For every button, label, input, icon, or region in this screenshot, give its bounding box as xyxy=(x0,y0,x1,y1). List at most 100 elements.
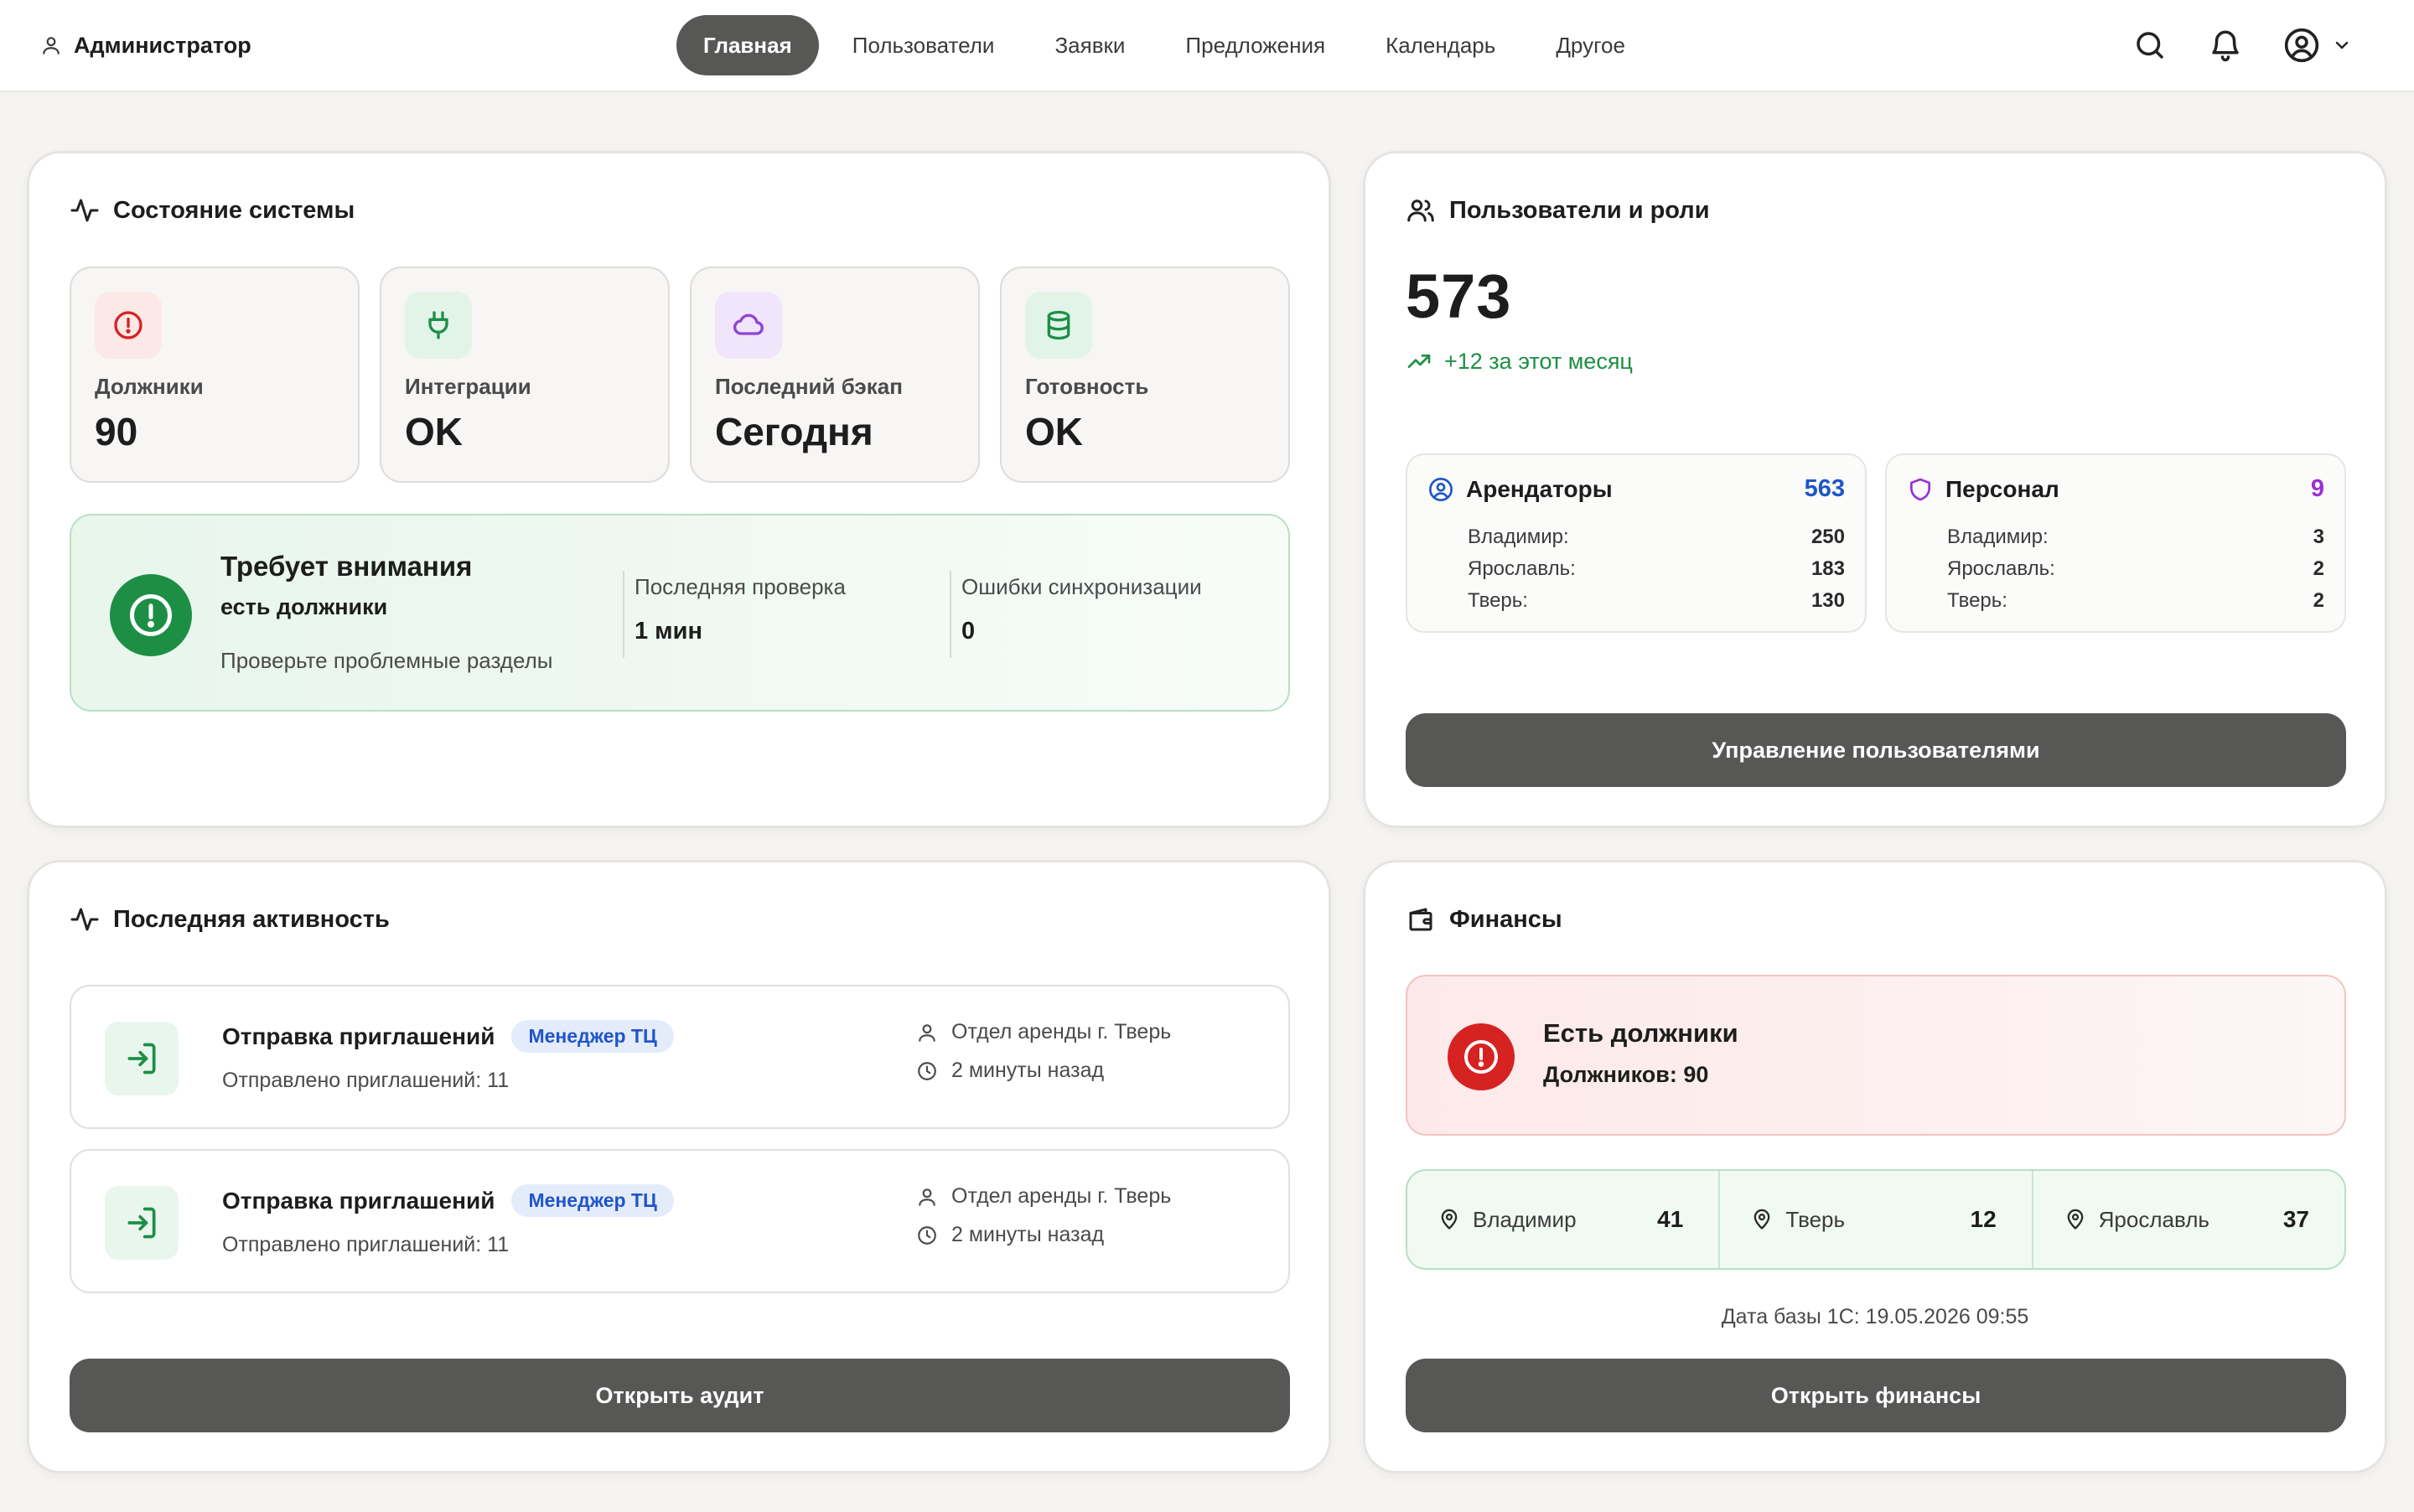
recent-activity-card: Последняя активность Отправка приглашени… xyxy=(27,860,1331,1473)
role-head: Персонал 9 xyxy=(1907,475,2324,503)
debtors-tile[interactable]: Должники 90 xyxy=(70,267,360,483)
tile-label: Последний бэкап xyxy=(715,374,903,399)
search-button[interactable] xyxy=(2132,28,2168,63)
main-nav: Главная Пользователи Заявки Предложения … xyxy=(676,15,1652,75)
sign-in-icon xyxy=(105,1186,179,1260)
debtors-alert-count: Должников: 90 xyxy=(1543,1062,1709,1087)
city-name: Ярославль: xyxy=(1947,557,2055,580)
city-value: 12 xyxy=(1970,1206,1997,1232)
clock-icon xyxy=(916,1225,938,1246)
system-state-title: Состояние системы xyxy=(113,196,355,224)
time-label: 2 минуты назад xyxy=(951,1223,1105,1246)
tile-value: OK xyxy=(1025,410,1083,453)
recent-activity-title: Последняя активность xyxy=(113,905,390,933)
bell-icon xyxy=(2208,28,2243,63)
city-name: Ярославль xyxy=(2098,1206,2209,1232)
city-name: Владимир xyxy=(1473,1206,1577,1232)
city-name: Тверь xyxy=(1785,1206,1846,1232)
last-check-value: 1 мин xyxy=(635,618,702,645)
user-icon xyxy=(916,1186,938,1208)
database-icon xyxy=(1025,292,1092,359)
city-debtors: Владимир 41 Тверь 12 Ярославль 37 xyxy=(1406,1169,2346,1270)
city-name: Тверь: xyxy=(1468,589,1528,612)
city-count: 2 xyxy=(2313,557,2324,580)
debtors-alert[interactable]: Есть должники Должников: 90 xyxy=(1406,975,2346,1136)
backup-tile[interactable]: Последний бэкап Сегодня xyxy=(690,267,980,483)
user-circle-icon xyxy=(2283,27,2320,64)
city-value: 37 xyxy=(2282,1206,2309,1232)
list-item: Владимир: 3 xyxy=(1947,526,2324,557)
role-breakdown: Владимир: 250 Ярославль: 183 Тверь: 130 xyxy=(1468,526,1845,621)
user-role-label: Администратор xyxy=(74,32,251,58)
role-card-tenants[interactable]: Арендаторы 563 Владимир: 250 Ярославль: 18… xyxy=(1406,453,1867,633)
user-circle-icon xyxy=(1427,476,1454,503)
users-roles-header: Пользователи и роли xyxy=(1406,195,1710,225)
list-item: Ярославль: 2 xyxy=(1947,557,2324,589)
users-roles-title: Пользователи и роли xyxy=(1449,196,1710,224)
list-item: Ярославль: 183 xyxy=(1468,557,1845,589)
users-growth: +12 за этот месяц xyxy=(1406,348,1633,375)
activity-icon xyxy=(70,195,100,225)
user-role[interactable]: Администратор xyxy=(40,28,251,63)
search-icon xyxy=(2132,28,2168,63)
role-head: Арендаторы 563 xyxy=(1427,475,1845,503)
users-total: 573 xyxy=(1406,261,1512,331)
plug-icon xyxy=(405,292,472,359)
attention-title: Требует внимания xyxy=(220,551,473,582)
city-count: 250 xyxy=(1810,526,1845,548)
open-finance-button[interactable]: Открыть финансы xyxy=(1406,1359,2346,1432)
list-item: Владимир: 250 xyxy=(1468,526,1845,557)
readiness-tile[interactable]: Готовность OK xyxy=(1000,267,1290,483)
integrations-tile[interactable]: Интеграции OK xyxy=(380,267,670,483)
sign-in-icon xyxy=(105,1022,179,1095)
nav-requests[interactable]: Заявки xyxy=(1028,15,1152,75)
activity-time: 2 минуты назад xyxy=(916,1223,1104,1247)
finance-card: Финансы Есть должники Должников: 90 Влад… xyxy=(1363,860,2387,1473)
city-name: Владимир: xyxy=(1468,526,1569,548)
city-item[interactable]: Тверь 12 xyxy=(1718,1171,2031,1268)
chevron-down-icon xyxy=(2332,35,2352,55)
attention-note: Проверьте проблемные разделы xyxy=(220,648,553,673)
finance-title: Финансы xyxy=(1449,905,1562,933)
sync-errors-label: Ошибки синхронизации xyxy=(961,574,1202,599)
nav-other[interactable]: Другое xyxy=(1529,15,1652,75)
department-label: Отдел аренды г. Тверь xyxy=(951,1184,1172,1208)
activity-title: Отправка приглашений xyxy=(222,1023,495,1049)
list-item: Тверь: 2 xyxy=(1947,589,2324,621)
activity-item[interactable]: Отправка приглашений Менеджер ТЦ Отправл… xyxy=(70,1149,1290,1293)
activity-title: Отправка приглашений xyxy=(222,1187,495,1214)
user-icon xyxy=(40,34,62,56)
time-label: 2 минуты назад xyxy=(951,1059,1105,1082)
last-check-label: Последняя проверка xyxy=(635,574,846,599)
divider xyxy=(950,571,951,658)
attention-banner[interactable]: Требует внимания есть должники Проверьте… xyxy=(70,514,1290,712)
role-badge: Менеджер ТЦ xyxy=(511,1020,674,1053)
open-audit-button[interactable]: Открыть аудит xyxy=(70,1359,1290,1432)
cloud-icon xyxy=(715,292,782,359)
activity-subtitle: Отправлено приглашений: 11 xyxy=(222,1233,510,1256)
city-item[interactable]: Владимир 41 xyxy=(1407,1171,1718,1268)
alert-circle-icon xyxy=(110,574,192,656)
nav-users[interactable]: Пользователи xyxy=(826,15,1022,75)
database-date: Дата базы 1С: 19.05.2026 09:55 xyxy=(1721,1305,2029,1328)
nav-offers[interactable]: Предложения xyxy=(1158,15,1352,75)
activity-icon xyxy=(70,904,100,935)
role-name: Арендаторы xyxy=(1466,475,1613,502)
nav-calendar[interactable]: Календарь xyxy=(1359,15,1522,75)
role-card-staff[interactable]: Персонал 9 Владимир: 3 Ярославль: 2 Тверь:… xyxy=(1885,453,2346,633)
sync-errors-value: 0 xyxy=(961,618,976,645)
profile-menu-button[interactable] xyxy=(2283,27,2352,64)
manage-users-button[interactable]: Управление пользователями xyxy=(1406,713,2346,787)
role-count: 9 xyxy=(2310,475,2324,502)
city-item[interactable]: Ярославль 37 xyxy=(2031,1171,2344,1268)
system-state-card: Состояние системы Должники 90 Интеграции… xyxy=(27,151,1331,828)
tile-label: Должники xyxy=(95,374,204,399)
activity-item[interactable]: Отправка приглашений Менеджер ТЦ Отправл… xyxy=(70,985,1290,1129)
role-name: Персонал xyxy=(1945,475,2059,502)
tile-label: Готовность xyxy=(1025,374,1149,399)
divider xyxy=(623,571,624,658)
tile-value: 90 xyxy=(95,410,138,453)
notifications-button[interactable] xyxy=(2208,28,2243,63)
nav-home[interactable]: Главная xyxy=(676,15,819,75)
wallet-icon xyxy=(1406,904,1436,935)
